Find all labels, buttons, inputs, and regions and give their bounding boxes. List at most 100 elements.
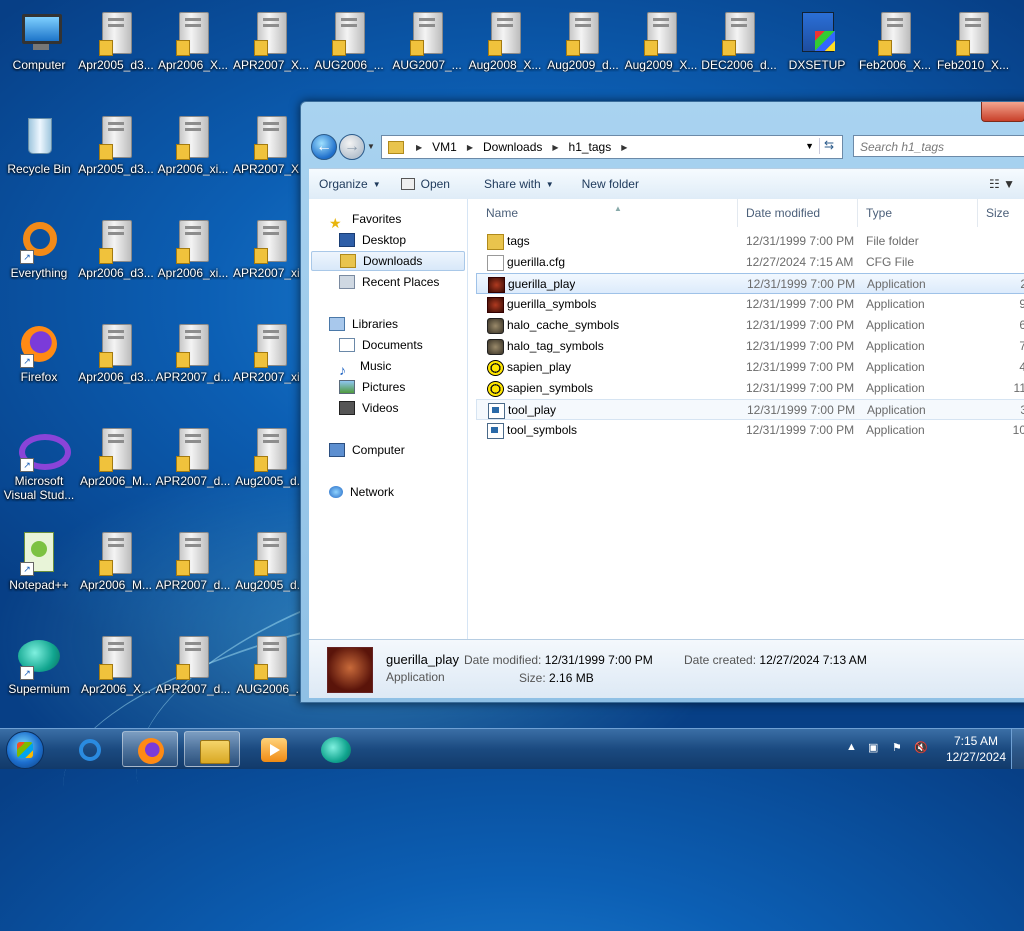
desktop-icon-file[interactable]: Apr2006_X... [78, 628, 154, 724]
share-with-button[interactable]: Share with ▼ [460, 169, 564, 199]
desktop-icon-file[interactable]: APR2007_xi... [233, 316, 309, 412]
desktop-icon-file[interactable]: Feb2006_X... [857, 4, 933, 100]
desktop-icon-everything[interactable]: ↗ Everything [1, 212, 77, 308]
tool-app-icon [487, 423, 504, 439]
close-window-button[interactable] [981, 102, 1024, 122]
desktop-icon-file[interactable]: Apr2006_M... [78, 524, 154, 620]
open-button[interactable]: Open [391, 169, 460, 199]
desktop-icon-file[interactable]: AUG2007_... [389, 4, 465, 100]
file-row[interactable]: tags 12/31/1999 7:00 PM File folder [476, 231, 1024, 252]
desktop-icon-file[interactable]: Aug2009_d... [545, 4, 621, 100]
desktop-icon-file[interactable]: Aug2008_X... [467, 4, 543, 100]
nav-documents[interactable]: Documents [339, 335, 423, 355]
file-row[interactable]: sapien_symbols 12/31/1999 7:00 PM Applic… [476, 378, 1024, 399]
network-tray-icon[interactable]: ▣ [868, 741, 878, 754]
desktop-icon-file[interactable]: Apr2006_xi... [155, 108, 231, 204]
taskbar-supermium[interactable] [307, 731, 363, 767]
breadcrumb-separator-icon[interactable]: ▶ [410, 143, 428, 152]
breadcrumb-separator-icon[interactable]: ▶ [546, 143, 564, 152]
recent-pages-dropdown-icon[interactable]: ▼ [367, 142, 375, 151]
column-header-size[interactable]: Size [978, 199, 1024, 227]
desktop-icon-file[interactable]: APR2007_d... [155, 524, 231, 620]
breadcrumb-separator-icon[interactable]: ▶ [615, 143, 633, 152]
breadcrumb-item[interactable]: VM1 [428, 140, 461, 154]
explorer-window[interactable]: ← → ▼ ▶ VM1 ▶ Downloads ▶ h1_tags ▶ ▼ ⇆ … [300, 101, 1024, 703]
address-bar[interactable]: ▶ VM1 ▶ Downloads ▶ h1_tags ▶ ▼ ⇆ [381, 135, 843, 159]
network-icon [329, 486, 343, 498]
file-row[interactable]: halo_tag_symbols 12/31/1999 7:00 PM Appl… [476, 336, 1024, 357]
desktop-icon-file[interactable]: APR2007_xi... [233, 212, 309, 308]
column-header-date-modified[interactable]: Date modified [738, 199, 858, 227]
file-row[interactable]: guerilla_symbols 12/31/1999 7:00 PM Appl… [476, 294, 1024, 315]
desktop-icon-file[interactable]: Apr2006_d3... [78, 316, 154, 412]
search-input[interactable]: Search h1_tags [853, 135, 1024, 157]
file-row[interactable]: tool_symbols 12/31/1999 7:00 PM Applicat… [476, 420, 1024, 441]
desktop-icon-recycle-bin[interactable]: Recycle Bin [1, 108, 77, 204]
refresh-icon[interactable]: ⇆ [819, 138, 838, 154]
desktop-icon-visual-studio[interactable]: ↗ Microsoft Visual Stud... [1, 420, 77, 510]
nav-pictures[interactable]: Pictures [339, 377, 405, 397]
desktop-icon-file[interactable]: Aug2005_d... [233, 420, 309, 516]
desktop-icon-file[interactable]: Apr2006_X... [155, 4, 231, 100]
nav-libraries[interactable]: Libraries [329, 314, 398, 334]
desktop-icon-computer[interactable]: Computer [1, 4, 77, 100]
taskbar-internet-explorer[interactable] [62, 731, 118, 767]
nav-music[interactable]: ♪ Music [339, 356, 391, 378]
desktop-icon-file[interactable]: AUG2006_... [311, 4, 387, 100]
nav-desktop[interactable]: Desktop [339, 230, 406, 250]
file-row[interactable]: halo_cache_symbols 12/31/1999 7:00 PM Ap… [476, 315, 1024, 336]
breadcrumb-item[interactable]: h1_tags [565, 140, 616, 154]
system-clock[interactable]: 7:15 AM 12/27/2024 [946, 733, 1006, 765]
desktop-icon-file[interactable]: APR2007_d... [155, 628, 231, 724]
downloads-folder-icon [340, 254, 356, 268]
nav-recent-places[interactable]: Recent Places [339, 272, 439, 292]
desktop-icon-file[interactable]: APR2007_X... [233, 108, 309, 204]
show-desktop-button[interactable] [1011, 729, 1024, 769]
desktop-icon-notepad-plus-plus[interactable]: ↗ Notepad++ [1, 524, 77, 620]
view-options-icon[interactable]: ☷ ▼ [989, 177, 1015, 191]
recent-places-icon [339, 275, 355, 289]
show-hidden-icons-icon[interactable]: ▲ [846, 741, 857, 753]
taskbar-firefox[interactable] [122, 731, 178, 767]
desktop-icon-dxsetup[interactable]: DXSETUP [779, 4, 855, 100]
taskbar-media-player[interactable] [245, 731, 301, 767]
desktop-icon-file[interactable]: AUG2006_... [233, 628, 309, 724]
file-row[interactable]: tool_play 12/31/1999 7:00 PM Application… [476, 399, 1024, 420]
everything-icon: ↗ [16, 218, 62, 264]
forward-button[interactable]: → [339, 134, 365, 160]
new-folder-button[interactable]: New folder [564, 169, 649, 199]
desktop-icon-file[interactable]: Apr2005_d3... [78, 108, 154, 204]
desktop-icon-file[interactable]: APR2007_d... [155, 316, 231, 412]
desktop-icon-file[interactable]: Apr2006_d3... [78, 212, 154, 308]
file-row-selected[interactable]: guerilla_play 12/31/1999 7:00 PM Applica… [476, 273, 1024, 294]
desktop-icon-supermium[interactable]: ↗ Supermium [1, 628, 77, 724]
action-center-flag-icon[interactable]: ⚑ [892, 741, 902, 754]
nav-videos[interactable]: Videos [339, 398, 398, 418]
desktop-icon-firefox[interactable]: ↗ Firefox [1, 316, 77, 412]
organize-button[interactable]: Organize ▼ [309, 169, 391, 199]
desktop-icon-file[interactable]: Apr2006_M... [78, 420, 154, 516]
desktop-icon-file[interactable]: Apr2005_d3... [78, 4, 154, 100]
desktop-icon-file[interactable]: APR2007_X... [233, 4, 309, 100]
desktop-icon-file[interactable]: Aug2005_d... [233, 524, 309, 620]
start-button[interactable] [6, 731, 44, 769]
nav-downloads[interactable]: Downloads [311, 251, 465, 271]
nav-computer[interactable]: Computer [329, 440, 405, 460]
desktop-icon-file[interactable]: Feb2010_X... [935, 4, 1011, 100]
nav-favorites[interactable]: ★ Favorites [329, 209, 401, 231]
address-dropdown-icon[interactable]: ▼ [805, 141, 814, 151]
column-header-type[interactable]: Type [858, 199, 978, 227]
desktop-icon-file[interactable]: DEC2006_d... [701, 4, 777, 100]
file-row[interactable]: guerilla.cfg 12/27/2024 7:15 AM CFG File [476, 252, 1024, 273]
desktop-icon-file[interactable]: Aug2009_X... [623, 4, 699, 100]
nav-network[interactable]: Network [329, 482, 394, 502]
back-button[interactable]: ← [311, 134, 337, 160]
breadcrumb-separator-icon[interactable]: ▶ [461, 143, 479, 152]
file-row[interactable]: sapien_play 12/31/1999 7:00 PM Applicati… [476, 357, 1024, 378]
breadcrumb-item[interactable]: Downloads [479, 140, 546, 154]
column-header-name[interactable]: Name ▲ [478, 199, 738, 227]
taskbar-windows-explorer[interactable] [184, 731, 240, 767]
desktop-icon-file[interactable]: Apr2006_xi... [155, 212, 231, 308]
desktop-icon-file[interactable]: APR2007_d... [155, 420, 231, 516]
volume-muted-icon[interactable]: 🔇 [914, 741, 928, 754]
